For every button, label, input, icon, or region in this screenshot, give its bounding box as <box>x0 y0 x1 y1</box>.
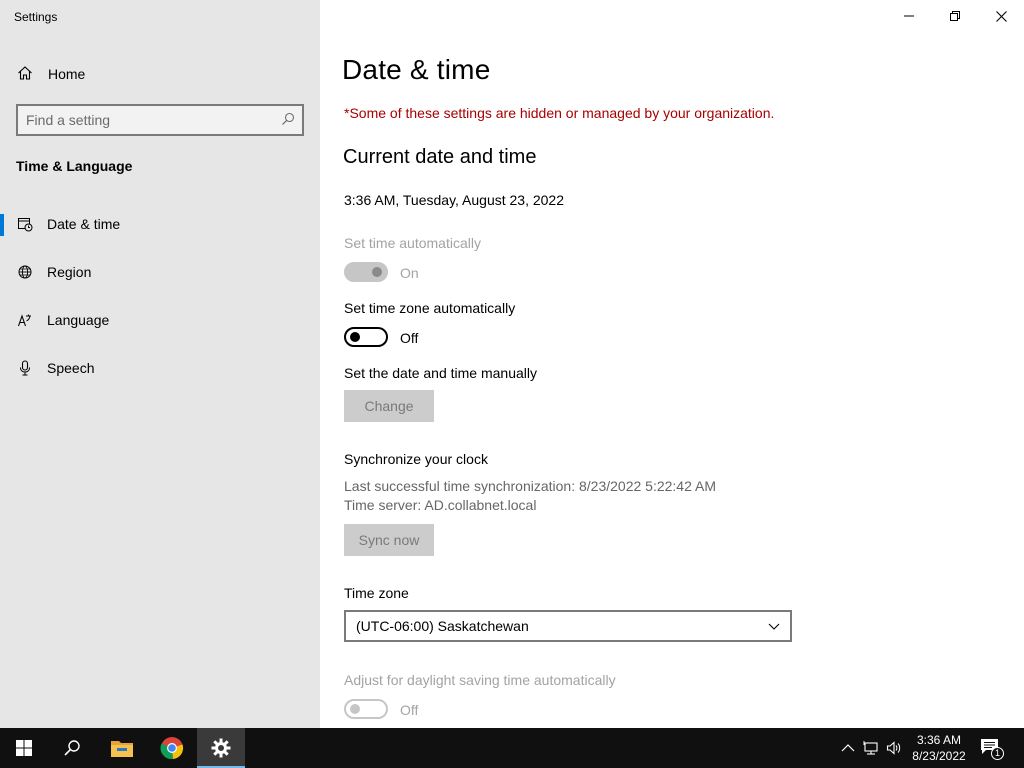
chevron-up-icon[interactable] <box>840 740 856 756</box>
chevron-down-icon <box>768 623 780 630</box>
dst-toggle <box>344 699 388 719</box>
volume-icon[interactable] <box>886 740 902 756</box>
active-indicator <box>0 214 4 236</box>
settings-taskbar-button[interactable] <box>197 728 245 768</box>
notification-badge: 1 <box>991 747 1004 760</box>
set-time-auto-state: On <box>400 265 419 281</box>
current-date-heading: Current date and time <box>343 146 537 168</box>
file-explorer-icon <box>111 741 133 757</box>
managed-warning: *Some of these settings are hidden or ma… <box>344 105 775 121</box>
change-button: Change <box>344 390 434 422</box>
close-button[interactable] <box>978 0 1024 32</box>
taskbar-search-button[interactable] <box>48 728 96 768</box>
clock-date: 8/23/2022 <box>912 749 966 763</box>
sidebar-item-label: Date & time <box>47 216 121 232</box>
close-icon <box>995 10 1007 22</box>
sidebar-item-region[interactable]: Region <box>0 252 320 292</box>
home-icon <box>18 66 32 80</box>
sidebar-item-language[interactable]: Language <box>0 300 320 340</box>
page-title: Date & time <box>342 54 491 85</box>
sidebar-item-label: Speech <box>47 360 95 376</box>
microphone-icon <box>20 360 30 376</box>
home-label: Home <box>48 66 86 82</box>
sync-now-button: Sync now <box>344 524 434 556</box>
calendar-clock-icon <box>18 218 33 232</box>
current-datetime: 3:36 AM, Tuesday, August 23, 2022 <box>344 192 565 208</box>
manual-datetime-label: Set the date and time manually <box>344 365 538 381</box>
globe-icon <box>18 265 32 279</box>
sidebar-item-home[interactable]: Home <box>0 56 320 90</box>
search-input[interactable] <box>26 110 276 130</box>
settings-icon <box>211 738 231 758</box>
search-box[interactable] <box>16 104 304 136</box>
sync-heading: Synchronize your clock <box>344 451 488 467</box>
dst-label: Adjust for daylight saving time automati… <box>344 672 616 688</box>
chrome-icon <box>160 737 184 760</box>
app-title: Settings <box>14 10 58 24</box>
time-zone-value: (UTC-06:00) Saskatchewan <box>356 618 529 634</box>
clock-time: 3:36 AM <box>916 733 962 747</box>
restore-button[interactable] <box>932 0 978 32</box>
set-timezone-auto-label: Set time zone automatically <box>344 300 516 316</box>
start-button[interactable] <box>0 728 48 768</box>
search-icon[interactable] <box>281 112 295 126</box>
time-server-text: Time server: AD.collabnet.local <box>344 497 537 513</box>
chrome-button[interactable] <box>148 728 196 768</box>
minimize-icon <box>904 15 914 17</box>
last-sync-text: Last successful time synchronization: 8/… <box>344 478 716 494</box>
dst-state: Off <box>400 702 419 718</box>
toggle-knob <box>350 704 360 714</box>
minimize-button[interactable] <box>886 0 932 32</box>
sidebar: Settings Home Time & Language Date & tim… <box>0 0 320 728</box>
file-explorer-button[interactable] <box>98 728 146 768</box>
time-zone-label: Time zone <box>344 585 409 601</box>
start-icon <box>16 740 32 756</box>
set-timezone-auto-state: Off <box>400 330 419 346</box>
network-icon[interactable] <box>863 740 879 756</box>
set-time-auto-label: Set time automatically <box>344 235 481 251</box>
restore-icon <box>950 11 960 21</box>
set-timezone-auto-toggle[interactable] <box>344 327 388 347</box>
sidebar-item-label: Region <box>47 264 92 280</box>
sidebar-item-date-time[interactable]: Date & time <box>0 204 320 244</box>
search-icon <box>64 740 80 756</box>
taskbar: 3:36 AM 8/23/2022 1 <box>0 728 1024 768</box>
sidebar-item-speech[interactable]: Speech <box>0 348 320 388</box>
set-time-auto-toggle <box>344 262 388 282</box>
section-title: Time & Language <box>16 158 133 174</box>
time-zone-dropdown[interactable]: (UTC-06:00) Saskatchewan <box>344 610 792 642</box>
toggle-knob <box>350 332 360 342</box>
language-icon <box>17 314 31 327</box>
sidebar-item-label: Language <box>47 312 110 328</box>
action-center-button[interactable]: 1 <box>980 738 1004 760</box>
taskbar-clock[interactable]: 3:36 AM 8/23/2022 <box>906 732 972 764</box>
toggle-knob <box>372 267 382 277</box>
